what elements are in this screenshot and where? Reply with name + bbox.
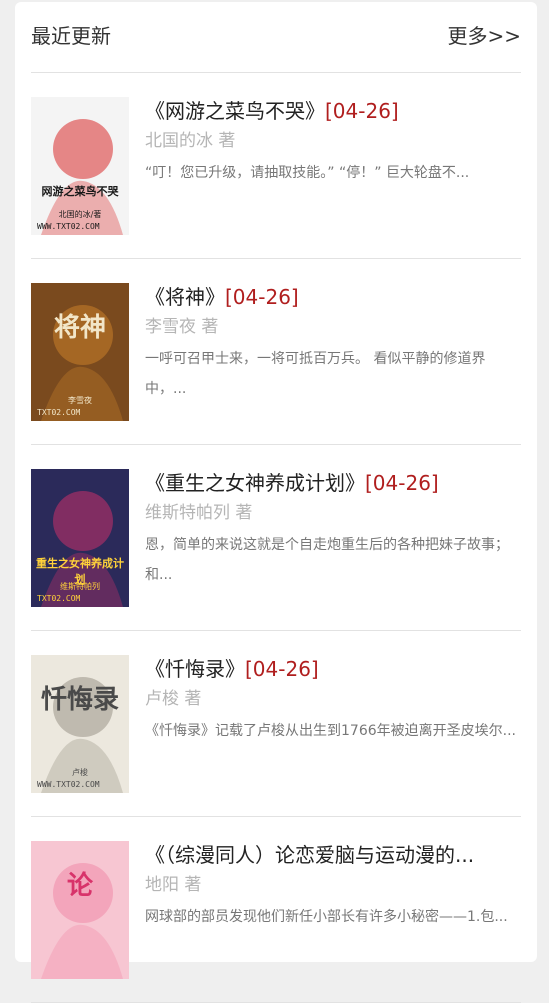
book-title[interactable]: 《忏悔录》[04-26] xyxy=(145,655,521,683)
book-info: 《忏悔录》[04-26] 卢梭 著《忏悔录》记载了卢梭从出生到1766年被迫离开圣… xyxy=(145,655,521,746)
cover-title-text: 忏悔录 xyxy=(40,685,119,715)
cover-author-text: 北国的冰/著 xyxy=(58,210,102,219)
book-item[interactable]: 论 《（综漫同人）论恋爱脑与运动漫的... 地阳 著网球部的部员发现他们新任小部长有… xyxy=(31,817,521,1003)
book-author: 卢梭 著 xyxy=(145,689,202,709)
cover-watermark: WWW.TXT02.COM xyxy=(37,780,100,789)
cover-author-text: 维斯特帕列 xyxy=(60,582,100,591)
book-cover-image[interactable]: 论 xyxy=(31,841,129,979)
update-date: [04-26] xyxy=(365,471,439,495)
book-cover-image[interactable]: 重生之女神养成计划 维斯特帕列 TXT02.COM xyxy=(31,469,129,607)
book-description: 网球部的部员发现他们新任小部长有许多小秘密——1.包... xyxy=(145,909,508,925)
update-date: [04-26] xyxy=(245,657,319,681)
book-cover-image[interactable]: 将神李雪夜 TXT02.COM xyxy=(31,283,129,421)
book-title-text: 《重生之女神养成计划》 xyxy=(145,471,365,495)
cover-title-text: 论 xyxy=(66,871,93,901)
more-link[interactable]: 更多>> xyxy=(447,22,521,50)
book-item[interactable]: 忏悔录卢梭 WWW.TXT02.COM 《忏悔录》[04-26] 卢梭 著《忏悔录》记… xyxy=(31,631,521,817)
book-description: 一呼可召甲士来，一将可抵百万兵。 看似平静的修道界中，... xyxy=(145,351,486,397)
book-cover-image[interactable]: 网游之菜鸟不哭北国的冰/著 WWW.TXT02.COM xyxy=(31,97,129,235)
book-info: 《（综漫同人）论恋爱脑与运动漫的... 地阳 著网球部的部员发现他们新任小部长有许… xyxy=(145,841,521,932)
book-title[interactable]: 《将神》[04-26] xyxy=(145,283,521,311)
book-info: 《重生之女神养成计划》[04-26] 维斯特帕列 著恩，简单的来说这就是个自走炮重… xyxy=(145,469,521,590)
book-cover-image[interactable]: 忏悔录卢梭 WWW.TXT02.COM xyxy=(31,655,129,793)
book-item[interactable]: 重生之女神养成计划 维斯特帕列 TXT02.COM 《重生之女神养成计划》[04-26… xyxy=(31,445,521,631)
cover-title-text: 将神 xyxy=(53,313,106,343)
update-date: [04-26] xyxy=(225,285,299,309)
book-description: “叮！您已升级，请抽取技能。” “停！” 巨大轮盘不... xyxy=(145,165,470,181)
cover-art xyxy=(41,863,123,979)
book-title[interactable]: 《重生之女神养成计划》[04-26] xyxy=(145,469,521,497)
cover-title-text: 网游之菜鸟不哭 xyxy=(41,185,119,198)
cover-watermark: TXT02.COM xyxy=(37,408,81,417)
book-item[interactable]: 网游之菜鸟不哭北国的冰/著 WWW.TXT02.COM 《网游之菜鸟不哭》[04-2… xyxy=(31,73,521,259)
cover-author-text: 李雪夜 xyxy=(68,396,92,405)
update-date: [04-26] xyxy=(325,99,399,123)
book-list: 网游之菜鸟不哭 北国的冰/著 WWW.TXT02.COM 《网游之菜鸟不哭》[04-2… xyxy=(31,73,521,1003)
cover-watermark: WWW.TXT02.COM xyxy=(37,222,100,231)
book-author: 李雪夜 著 xyxy=(145,317,219,337)
section-header: 最近更新 更多>> xyxy=(31,2,521,73)
book-info: 《将神》[04-26] 李雪夜 著一呼可召甲士来，一将可抵百万兵。 看似平静的修道… xyxy=(145,283,521,404)
book-author: 维斯特帕列 著 xyxy=(145,503,253,523)
book-author: 北国的冰 著 xyxy=(145,131,236,151)
book-item[interactable]: 将神李雪夜 TXT02.COM 《将神》[04-26] 李雪夜 著一呼可召甲士来，一将… xyxy=(31,259,521,445)
section-title: 最近更新 xyxy=(31,24,111,48)
book-description: 恩，简单的来说这就是个自走炮重生后的各种把妹子故事；和... xyxy=(145,537,509,583)
book-title-text: 《网游之菜鸟不哭》 xyxy=(145,99,325,123)
book-info: 《网游之菜鸟不哭》[04-26] 北国的冰 著 “叮！您已升级，请抽取技能。” “停… xyxy=(145,97,521,188)
cover-author-text: 卢梭 xyxy=(72,768,88,777)
book-title[interactable]: 《（综漫同人）论恋爱脑与运动漫的... xyxy=(145,841,521,869)
book-title-text: 《将神》 xyxy=(145,285,225,309)
book-title[interactable]: 《网游之菜鸟不哭》[04-26] xyxy=(145,97,521,125)
book-description: 《忏悔录》记载了卢梭从出生到1766年被迫离开圣皮埃尔... xyxy=(145,723,516,739)
recent-updates-card: 最近更新 更多>> 网游之菜鸟不哭北国的冰/著 WWW.TXT02.COM 《网游之… xyxy=(15,2,537,1003)
book-title-text: 《（综漫同人）论恋爱脑与运动漫的... xyxy=(145,843,475,867)
book-title-text: 《忏悔录》 xyxy=(145,657,245,681)
book-author: 地阳 著 xyxy=(145,875,202,895)
cover-watermark: TXT02.COM xyxy=(37,594,81,603)
